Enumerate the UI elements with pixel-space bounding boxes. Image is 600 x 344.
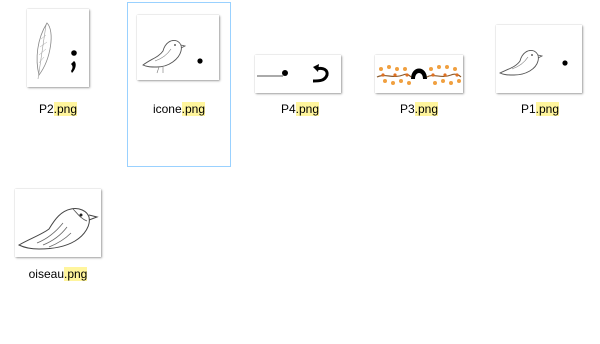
bird-icon [17, 208, 99, 250]
thumbnail-p2 [27, 9, 89, 87]
file-name-p2: P2.png [38, 102, 78, 116]
line-dot-arrow-icon [257, 64, 329, 83]
file-extension: .png [535, 102, 560, 116]
thumbnail-p1 [496, 25, 582, 93]
thumbnail-oiseau [15, 189, 101, 257]
thumbnail-p4 [255, 55, 341, 93]
file-extension: .png [181, 102, 206, 116]
file-extension: .png [414, 102, 439, 116]
feather-semicolon-icon [36, 22, 77, 80]
file-name-p1: P1.png [520, 102, 560, 116]
file-item-p1[interactable]: P1.png [488, 0, 592, 164]
file-name-icone: icone.png [152, 102, 206, 116]
file-extension: .png [295, 102, 320, 116]
thumbnail-p3 [375, 55, 463, 93]
file-item-p2[interactable]: P2.png [6, 0, 110, 164]
file-item-oiseau[interactable]: oiseau.png [6, 180, 110, 344]
branches-arc-icon [376, 65, 462, 85]
file-name-p3: P3.png [399, 102, 439, 116]
thumbnail-icone [137, 15, 219, 80]
file-item-p3[interactable]: P3.png [367, 0, 471, 164]
file-name-oiseau: oiseau.png [28, 267, 88, 281]
file-item-icone[interactable]: icone.png [127, 2, 231, 167]
file-extension: .png [64, 267, 88, 281]
file-extension: .png [53, 102, 78, 116]
bird-period-icon [498, 50, 568, 76]
file-item-p4[interactable]: P4.png [248, 0, 352, 164]
bird-period-icon [142, 40, 203, 74]
file-name-p4: P4.png [280, 102, 320, 116]
